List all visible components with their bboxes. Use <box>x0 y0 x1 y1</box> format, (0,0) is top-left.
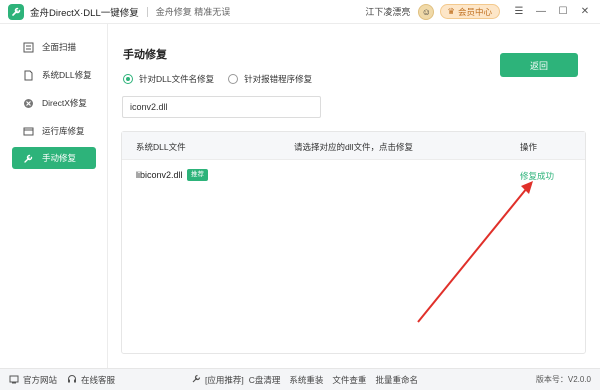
sidebar-item-manual-repair[interactable]: 手动修复 <box>12 147 96 169</box>
sidebar: 全面扫描 系统DLL修复 DirectX修复 运行库修复 手动修复 <box>0 24 108 368</box>
sidebar-item-label: 手动修复 <box>42 153 77 163</box>
maximize-icon[interactable]: ☐ <box>554 3 572 21</box>
crown-icon: ♛ <box>447 6 455 16</box>
tools-icon <box>191 374 201 386</box>
close-icon[interactable]: ✕ <box>576 3 594 21</box>
dll-search-input[interactable] <box>122 96 321 118</box>
link-batch-rename[interactable]: 批量重命名 <box>375 374 418 386</box>
header-action: 操作 <box>520 142 538 152</box>
official-website-label: 官方网站 <box>23 374 58 385</box>
footer-bar: 官方网站 在线客服 [应用推荐] C盘清理 系统重装 文件查重 批量重命名 版本… <box>0 368 600 390</box>
dll-table: 系统DLL文件 请选择对应的dll文件，点击修复 操作 libiconv2.dl… <box>121 131 586 354</box>
username[interactable]: 江下凌漂亮 <box>365 5 410 18</box>
wrench-logo-icon <box>11 7 20 16</box>
radio-error-program[interactable]: 针对报错程序修复 <box>228 73 312 85</box>
official-website-link[interactable]: 官方网站 <box>9 374 57 386</box>
sidebar-item-system-dll[interactable]: 系统DLL修复 <box>12 64 96 86</box>
version-label: 版本号：V2.0.0 <box>535 375 591 384</box>
sidebar-item-directx[interactable]: DirectX修复 <box>12 92 96 114</box>
header-dll-file: 系统DLL文件 <box>136 142 186 152</box>
page-title: 手动修复 <box>123 49 167 61</box>
radio-checked-icon <box>123 74 133 84</box>
vip-center-label: 会员中心 <box>457 6 492 17</box>
header-instruction: 请选择对应的dll文件，点击修复 <box>294 142 414 152</box>
library-icon <box>22 125 34 137</box>
dll-file-name: libiconv2.dll <box>136 170 183 180</box>
radio-dll-label: 针对DLL文件名修复 <box>139 74 215 84</box>
app-logo <box>8 3 24 20</box>
repair-mode-group: 针对DLL文件名修复 针对报错程序修复 <box>123 73 326 85</box>
radio-dll-name[interactable]: 针对DLL文件名修复 <box>123 73 214 85</box>
avatar[interactable]: ☺ <box>418 3 435 20</box>
table-row: libiconv2.dll 推荐 修复成功 <box>122 164 585 188</box>
link-c-drive-clean[interactable]: C盘清理 <box>249 374 281 386</box>
footer-tool-links: C盘清理 系统重装 文件查重 批量重命名 <box>249 374 418 386</box>
app-subtitle: 金舟修复 精准无误 <box>155 7 231 17</box>
back-button[interactable]: 返回 <box>500 53 578 77</box>
link-file-dedupe[interactable]: 文件查重 <box>332 374 366 386</box>
title-divider <box>146 6 148 17</box>
table-header: 系统DLL文件 请选择对应的dll文件，点击修复 操作 <box>122 132 585 160</box>
scan-icon <box>22 41 34 53</box>
radio-unchecked-icon <box>228 74 239 84</box>
app-recommend-label: [应用推荐] <box>205 374 244 385</box>
vip-center-button[interactable]: ♛ 会员中心 <box>440 4 500 19</box>
headset-icon <box>67 374 77 386</box>
minimize-icon[interactable]: — <box>532 3 550 21</box>
sidebar-item-runtime[interactable]: 运行库修复 <box>12 120 96 142</box>
main-panel: 手动修复 针对DLL文件名修复 针对报错程序修复 返回 系统DLL文件 请选择对… <box>108 24 600 368</box>
title-bar: 金舟DirectX·DLL一键修复 金舟修复 精准无误 江下凌漂亮 ☺ ♛ 会员… <box>0 0 600 24</box>
radio-exe-label: 针对报错程序修复 <box>244 74 313 84</box>
recommend-badge: 推荐 <box>187 169 208 181</box>
repair-status[interactable]: 修复成功 <box>520 170 554 182</box>
menu-icon[interactable]: ☰ <box>510 3 528 21</box>
app-title: 金舟DirectX·DLL一键修复 <box>30 7 139 19</box>
sidebar-item-full-scan[interactable]: 全面扫描 <box>12 36 96 58</box>
link-system-reinstall[interactable]: 系统重装 <box>289 374 323 386</box>
wrench-icon <box>22 152 34 164</box>
home-icon <box>9 374 19 386</box>
file-icon <box>22 69 34 81</box>
online-support-label: 在线客服 <box>81 374 116 385</box>
directx-icon <box>22 97 34 109</box>
online-support-link[interactable]: 在线客服 <box>67 374 115 386</box>
sidebar-item-label: 系统DLL修复 <box>42 70 92 80</box>
sidebar-item-label: 运行库修复 <box>42 126 85 136</box>
sidebar-item-label: 全面扫描 <box>42 42 77 52</box>
app-recommend: [应用推荐] <box>191 374 244 386</box>
sidebar-item-label: DirectX修复 <box>42 98 87 108</box>
